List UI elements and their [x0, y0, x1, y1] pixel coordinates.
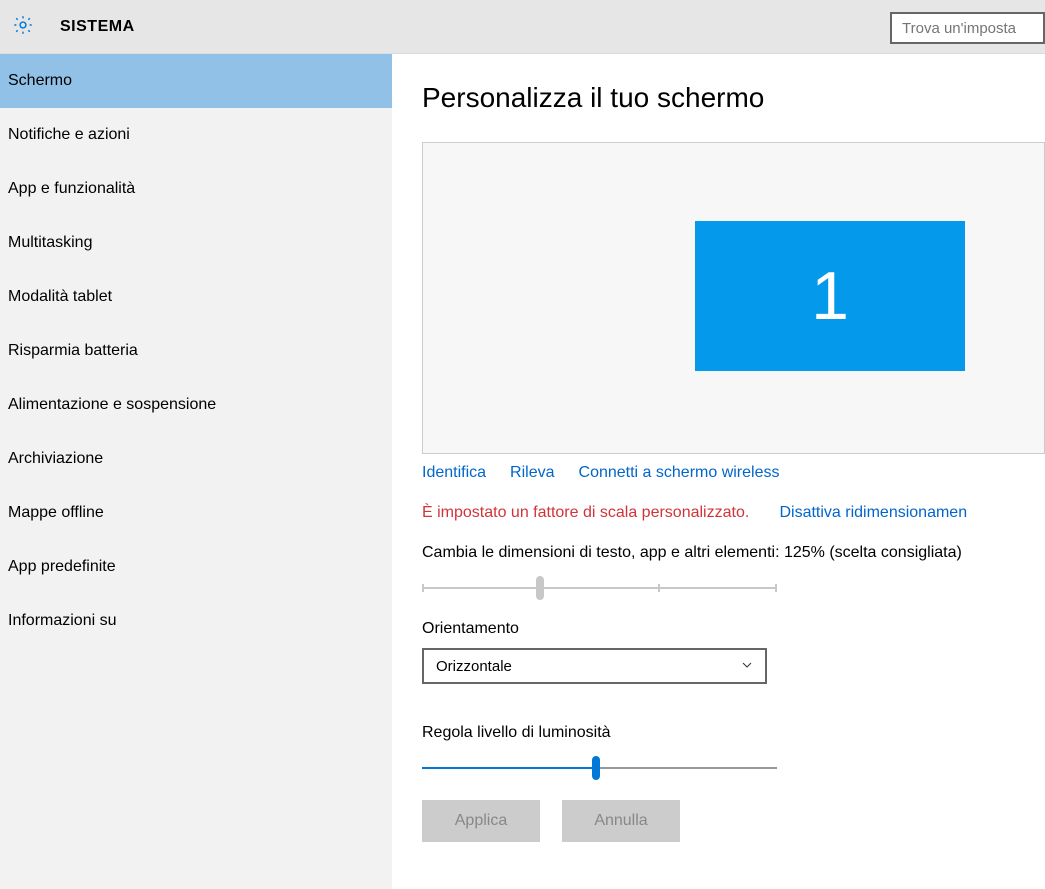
sidebar-item-notifiche[interactable]: Notifiche e azioni [0, 108, 392, 162]
sidebar-item-mappe[interactable]: Mappe offline [0, 486, 392, 540]
display-arrangement-area[interactable]: 1 [422, 142, 1045, 454]
header-bar: SISTEMA [0, 0, 1045, 54]
sidebar-item-label: Schermo [8, 72, 72, 89]
slider-track-line [422, 587, 777, 589]
button-label: Annulla [594, 812, 647, 830]
orientation-dropdown[interactable]: Orizzontale [422, 648, 767, 684]
slider-tick [422, 584, 424, 592]
content-area: Personalizza il tuo schermo 1 Identifica… [392, 54, 1045, 889]
sidebar-item-tablet[interactable]: Modalità tablet [0, 270, 392, 324]
chevron-down-icon [741, 658, 753, 675]
header-title: SISTEMA [60, 18, 135, 36]
sidebar-item-app-funzionalita[interactable]: App e funzionalità [0, 162, 392, 216]
sidebar-item-label: Informazioni su [8, 612, 117, 629]
sidebar-item-label: Risparmia batteria [8, 342, 138, 359]
button-label: Applica [455, 812, 507, 830]
disable-scaling-link[interactable]: Disattiva ridimensionamen [779, 504, 967, 521]
sidebar-item-label: Archiviazione [8, 450, 103, 467]
monitor-1[interactable]: 1 [695, 221, 965, 371]
identify-link[interactable]: Identifica [422, 464, 486, 482]
button-row: Applica Annulla [422, 800, 1045, 842]
sidebar-item-label: App e funzionalità [8, 180, 135, 197]
display-links-row: Identifica Rileva Connetti a schermo wir… [422, 464, 1045, 482]
wireless-display-link[interactable]: Connetti a schermo wireless [579, 464, 780, 482]
sidebar-item-app-predefinite[interactable]: App predefinite [0, 540, 392, 594]
orientation-value: Orizzontale [436, 658, 512, 675]
orientation-label: Orientamento [422, 620, 1045, 638]
sidebar-item-schermo[interactable]: Schermo [0, 54, 392, 108]
gear-icon [12, 14, 60, 40]
scale-warning-text: È impostato un fattore di scala personal… [422, 504, 749, 521]
slider-fill [422, 767, 596, 769]
brightness-slider[interactable] [422, 752, 777, 788]
apply-button[interactable]: Applica [422, 800, 540, 842]
scale-warning-row: È impostato un fattore di scala personal… [422, 504, 1045, 522]
slider-tick [775, 584, 777, 592]
scale-slider-thumb[interactable] [536, 576, 544, 600]
sidebar-item-label: Alimentazione e sospensione [8, 396, 216, 413]
sidebar-item-label: App predefinite [8, 558, 116, 575]
sidebar-item-label: Notifiche e azioni [8, 126, 130, 143]
sidebar-item-label: Multitasking [8, 234, 92, 251]
brightness-slider-thumb[interactable] [592, 756, 600, 780]
sidebar-item-archiviazione[interactable]: Archiviazione [0, 432, 392, 486]
slider-tick [658, 584, 660, 592]
scale-slider[interactable] [422, 572, 777, 608]
search-input[interactable] [890, 12, 1045, 44]
brightness-label: Regola livello di luminosità [422, 724, 1045, 742]
sidebar-item-label: Mappe offline [8, 504, 104, 521]
page-title: Personalizza il tuo schermo [422, 82, 1045, 114]
sidebar-item-multitasking[interactable]: Multitasking [0, 216, 392, 270]
detect-link[interactable]: Rileva [510, 464, 554, 482]
cancel-button[interactable]: Annulla [562, 800, 680, 842]
sidebar-item-label: Modalità tablet [8, 288, 112, 305]
scale-label: Cambia le dimensioni di testo, app e alt… [422, 544, 1045, 562]
monitor-number: 1 [811, 257, 849, 335]
sidebar-item-batteria[interactable]: Risparmia batteria [0, 324, 392, 378]
sidebar: Schermo Notifiche e azioni App e funzion… [0, 54, 392, 889]
sidebar-item-alimentazione[interactable]: Alimentazione e sospensione [0, 378, 392, 432]
sidebar-item-informazioni[interactable]: Informazioni su [0, 594, 392, 648]
